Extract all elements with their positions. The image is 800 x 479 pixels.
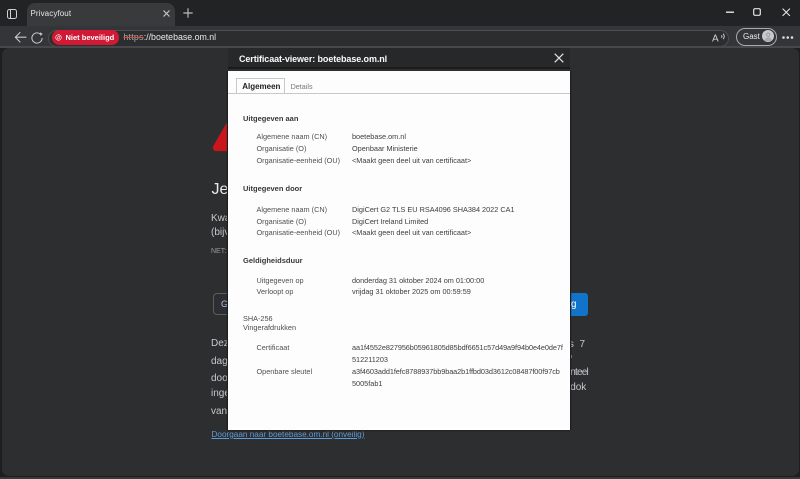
svg-text:A: A xyxy=(712,33,719,43)
